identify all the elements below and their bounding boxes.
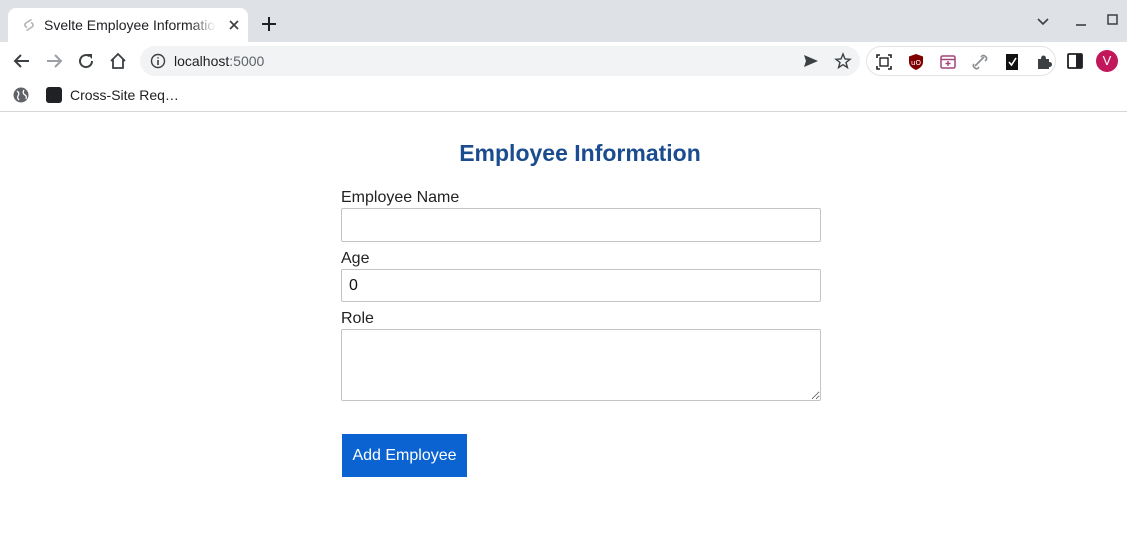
tab-title: Svelte Employee Information — [44, 17, 216, 33]
reload-icon[interactable] — [76, 51, 96, 71]
site-info-icon[interactable] — [150, 53, 166, 69]
age-label: Age — [341, 250, 370, 267]
page-content: Employee Information Employee Name Age R… — [0, 113, 1127, 556]
age-input[interactable] — [341, 269, 821, 302]
bookmark-star-icon[interactable] — [834, 52, 852, 70]
send-icon[interactable] — [802, 52, 820, 70]
url-text[interactable]: localhost:5000 — [174, 53, 264, 69]
profile-avatar[interactable]: V — [1096, 50, 1118, 72]
svelte-favicon-icon — [24, 18, 34, 32]
minimize-icon[interactable] — [1074, 14, 1088, 28]
bookmark-page-icon — [46, 87, 62, 103]
back-icon[interactable] — [12, 51, 32, 71]
maximize-icon[interactable] — [1106, 14, 1120, 28]
browser-toolbar: localhost:5000 uO V — [0, 42, 1127, 80]
tab-search-chevron-icon[interactable] — [1036, 14, 1050, 28]
extensions-area: uO — [866, 46, 1056, 76]
svg-text:uO: uO — [911, 59, 921, 67]
home-icon[interactable] — [108, 51, 128, 71]
close-tab-icon[interactable] — [226, 17, 242, 33]
new-tab-icon[interactable] — [260, 15, 278, 33]
browser-tab[interactable]: Svelte Employee Information — [8, 8, 248, 42]
tab-strip: Svelte Employee Information — [0, 0, 1127, 42]
add-employee-button[interactable]: Add Employee — [342, 434, 467, 477]
globe-icon[interactable] — [12, 86, 30, 104]
employee-name-input[interactable] — [341, 208, 821, 242]
link-extension-icon[interactable] — [971, 53, 989, 71]
address-bar[interactable]: localhost:5000 — [140, 46, 860, 76]
bookmarks-bar: Cross-Site Req… — [0, 80, 1127, 112]
screenshot-extension-icon[interactable] — [875, 53, 893, 71]
profile-initial: V — [1102, 53, 1112, 68]
url-host: localhost — [174, 53, 230, 69]
role-label: Role — [341, 310, 374, 327]
tab-extension-icon[interactable] — [939, 53, 957, 71]
employee-name-label: Employee Name — [341, 189, 460, 206]
role-textarea[interactable] — [341, 329, 821, 401]
dark-reader-extension-icon[interactable] — [1003, 53, 1021, 71]
forward-icon[interactable] — [44, 51, 64, 71]
ublock-extension-icon[interactable]: uO — [907, 53, 925, 71]
extensions-puzzle-icon[interactable] — [1035, 53, 1053, 71]
side-panel-icon[interactable] — [1066, 52, 1084, 70]
bookmark-label: Cross-Site Req… — [70, 87, 179, 103]
form-title: Employee Information — [459, 140, 701, 166]
url-port: :5000 — [229, 53, 265, 69]
